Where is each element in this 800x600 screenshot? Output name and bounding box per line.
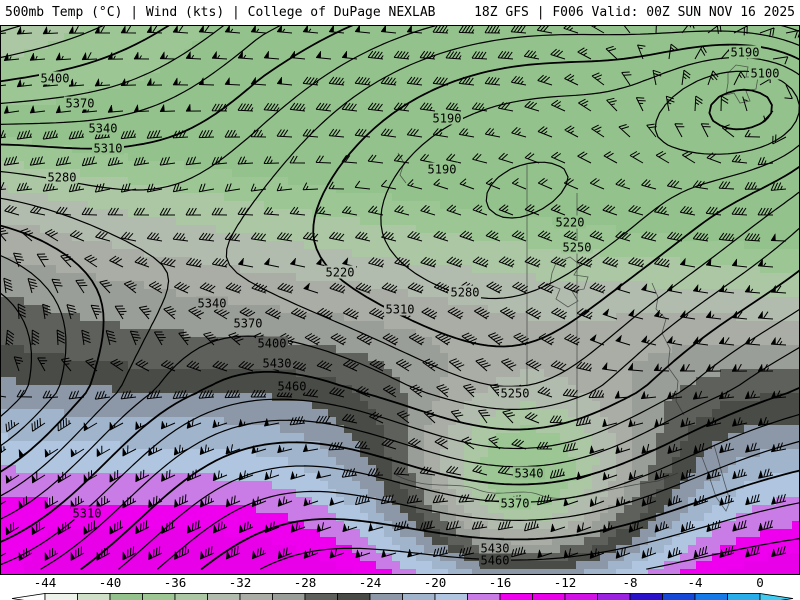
temperature-colorbar <box>11 593 794 600</box>
svg-text:5100: 5100 <box>751 67 780 81</box>
svg-text:5250: 5250 <box>501 387 530 401</box>
colorbar-tick: -4 <box>687 575 703 590</box>
svg-text:5190: 5190 <box>433 112 462 126</box>
colorbar-tick-labels: -44 -40 -36 -32 -28 -24 -20 -16 -12 -8 -4 0 <box>0 575 800 590</box>
colorbar-tick: -24 <box>358 575 382 590</box>
colorbar-tick: -20 <box>423 575 447 590</box>
map-area: 5400 5370 5340 5310 5280 5190 5190 5190 5100 5220… <box>0 25 800 575</box>
svg-text:5370: 5370 <box>234 317 263 331</box>
svg-text:5370: 5370 <box>501 497 530 511</box>
svg-text:5400: 5400 <box>258 337 287 351</box>
svg-text:5280: 5280 <box>48 171 77 185</box>
svg-text:5310: 5310 <box>94 142 123 156</box>
colorbar-tick: -16 <box>488 575 512 590</box>
colorbar-segments <box>11 593 794 600</box>
svg-text:5340: 5340 <box>198 297 227 311</box>
svg-text:5220: 5220 <box>556 216 585 230</box>
svg-text:5460: 5460 <box>278 380 307 394</box>
colorbar-tick: -28 <box>293 575 317 590</box>
svg-text:5190: 5190 <box>428 163 457 177</box>
svg-text:5340: 5340 <box>515 467 544 481</box>
colorbar-area <box>0 589 800 600</box>
svg-text:5400: 5400 <box>41 72 70 86</box>
svg-text:5220: 5220 <box>326 266 355 280</box>
weather-map: 5400 5370 5340 5310 5280 5190 5190 5190 5100 5220… <box>0 25 800 575</box>
svg-text:5250: 5250 <box>563 241 592 255</box>
colorbar-tick: -40 <box>98 575 122 590</box>
svg-text:5310: 5310 <box>73 507 102 521</box>
model-run-valid-time: 18Z GFS | F006 Valid: 00Z SUN NOV 16 202… <box>474 5 795 20</box>
svg-text:5280: 5280 <box>451 286 480 300</box>
colorbar-tick: -32 <box>228 575 252 590</box>
svg-text:5340: 5340 <box>89 122 118 136</box>
svg-text:5460: 5460 <box>481 554 510 568</box>
product-title: 500mb Temp (°C) | Wind (kts) | College o… <box>5 5 436 20</box>
colorbar-tick: -36 <box>163 575 187 590</box>
svg-text:5370: 5370 <box>66 97 95 111</box>
colorbar-tick: -8 <box>622 575 638 590</box>
header-bar: 500mb Temp (°C) | Wind (kts) | College o… <box>0 0 800 25</box>
colorbar-tick: -12 <box>553 575 577 590</box>
svg-text:5190: 5190 <box>731 46 760 60</box>
svg-text:5310: 5310 <box>386 303 415 317</box>
svg-text:5430: 5430 <box>263 357 292 371</box>
colorbar-tick: 0 <box>756 575 764 590</box>
colorbar-tick: -44 <box>33 575 57 590</box>
